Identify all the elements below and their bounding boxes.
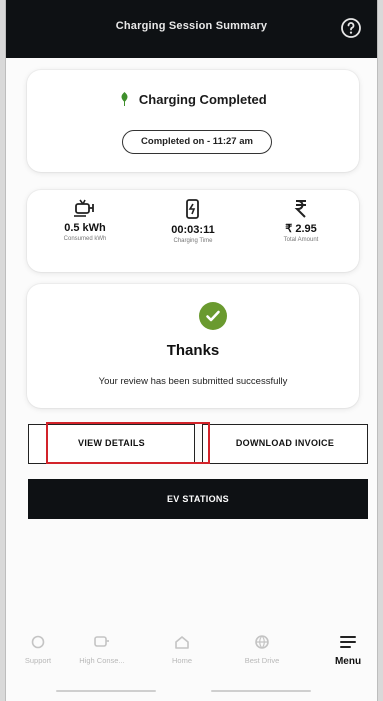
stat-energy-label: Consumed kWh [63,236,107,242]
ev-stations-button[interactable]: EV STATIONS [28,479,368,519]
nav-indicator-bar [211,690,311,692]
stat-time-label: Charging Time [173,238,213,244]
completed-time-badge: Completed on - 11:27 am [122,130,272,154]
check-circle-icon [199,302,227,330]
charging-status: Charging Completed [27,92,359,107]
session-stats-card: 0.5 kWh Consumed kWh 00:03:11 Charging T… [27,190,359,272]
review-confirmation-card: Thanks Your review has been submitted su… [27,284,359,408]
stat-amount-value: ₹ 2.95 [285,223,317,235]
nav-best-drive-label: Best Drive [244,656,280,665]
ev-plug-icon [74,199,94,217]
nav-high-conse-label: High Conse... [79,656,125,665]
menu-icon [340,636,356,648]
nav-indicator-bar [56,690,156,692]
stat-time-value: 00:03:11 [171,224,215,236]
review-success-message: Your review has been submitted successfu… [98,376,288,387]
home-icon [175,636,189,649]
bottom-nav: Support High Conse... Home Best Drive Me… [6,628,377,701]
nav-best-drive[interactable]: Best Drive [232,634,292,665]
highlight-box [46,422,210,464]
thanks-heading: Thanks [166,342,220,359]
rupee-icon [294,200,306,218]
ev-charger-icon [94,636,109,647]
stat-time: 00:03:11 Charging Time [143,198,243,244]
help-circle-icon[interactable] [339,16,363,40]
nav-support[interactable]: Support [8,634,68,665]
charging-status-card: Charging Completed Completed on - 11:27 … [27,70,359,172]
page-title: Charging Session Summary [115,20,268,32]
download-invoice-button[interactable]: DOWNLOAD INVOICE [202,424,368,464]
support-icon [31,635,45,649]
charging-timer-icon [186,199,199,219]
nav-home-label: Home [171,656,192,665]
nav-home[interactable]: Home [152,634,212,665]
nav-support-label: Support [24,656,52,665]
charging-status-text: Charging Completed [138,92,267,107]
nav-menu-label: Menu [334,656,362,667]
top-bar: Charging Session Summary [6,0,377,58]
stat-amount-label: Total Amount [283,237,319,243]
stat-energy-value: 0.5 kWh [64,222,106,234]
leaf-icon [121,92,128,106]
stat-energy: 0.5 kWh Consumed kWh [35,198,135,242]
app-screen: Charging Session Summary Charging Comple… [5,0,378,701]
nav-menu[interactable]: Menu [318,634,377,667]
globe-icon [255,635,269,649]
stat-amount: ₹ 2.95 Total Amount [251,198,351,243]
nav-high-conse[interactable]: High Conse... [72,634,132,665]
